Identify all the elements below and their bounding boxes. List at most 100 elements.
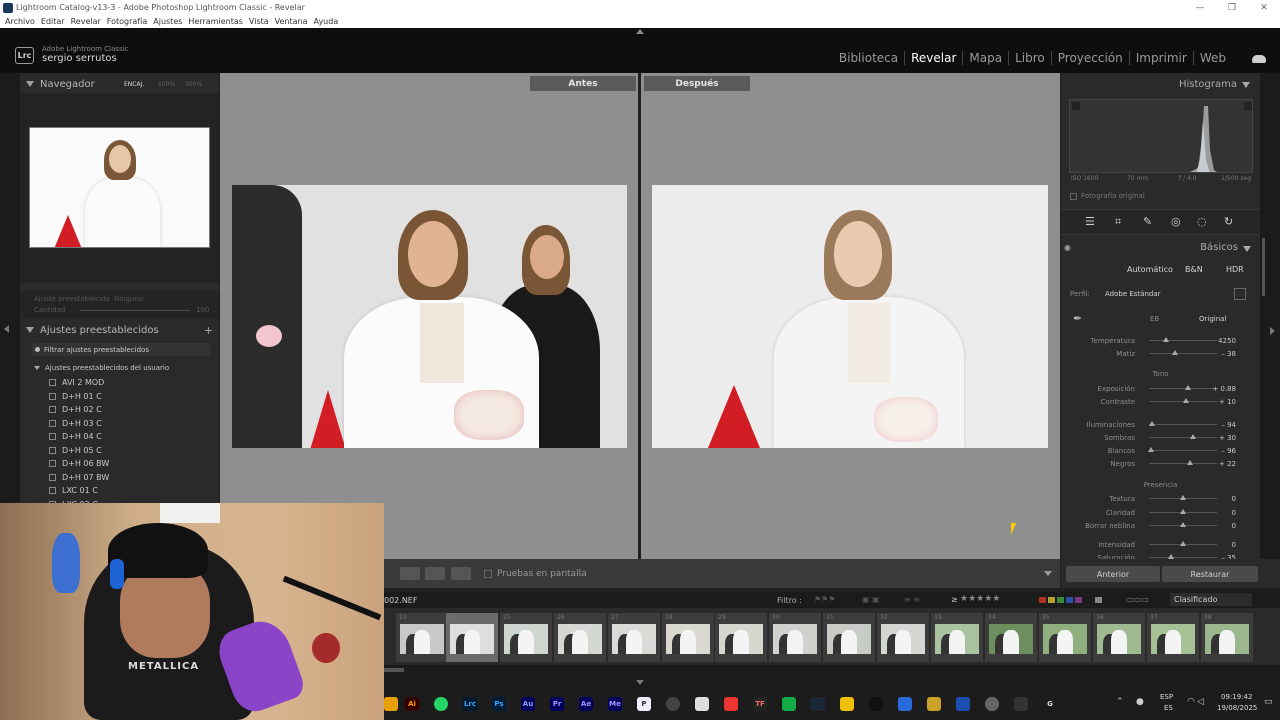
color-label-purple[interactable] (1075, 597, 1082, 603)
slider-claridad[interactable]: Claridad 0 (1061, 507, 1260, 519)
right-panel-scrollbar[interactable] (1262, 238, 1265, 296)
slider-intensidad[interactable]: Intensidad 0 (1061, 539, 1260, 551)
slider-track[interactable] (1149, 340, 1217, 341)
flag-filter-icon[interactable]: ⚑⚑⚑ (814, 595, 836, 604)
zoom-300[interactable]: 300% (185, 81, 202, 88)
slider-track[interactable] (1149, 557, 1217, 558)
slider-track[interactable] (1149, 388, 1217, 389)
after-effects-icon[interactable]: Ae (579, 697, 593, 711)
copy-after-to-before-button[interactable] (425, 567, 445, 580)
taskbar-app-icon[interactable] (898, 697, 912, 711)
filmstrip-scrollbar[interactable] (384, 668, 404, 672)
slider-value[interactable]: 0 (1232, 522, 1236, 530)
taskbar-app-icon[interactable] (724, 697, 738, 711)
filmstrip-thumbnail[interactable]: 31 (823, 613, 875, 662)
basics-header[interactable]: ◉ Básicos (1061, 242, 1260, 256)
original-photo-toggle[interactable]: Fotografía original (1070, 192, 1145, 200)
module-imprimir[interactable]: Imprimir (1130, 51, 1194, 65)
taskbar-app-icon[interactable]: TF (753, 697, 767, 711)
zoom-fit[interactable]: ENCAJ. (124, 81, 144, 88)
filter-presets-icon[interactable]: ▭▭▭ (1126, 595, 1149, 604)
slider-handle[interactable] (1148, 421, 1155, 426)
taskbar-app-icon[interactable]: G (1043, 697, 1057, 711)
taskbar-app-icon[interactable] (782, 697, 796, 711)
file-explorer-icon[interactable] (840, 697, 854, 711)
module-libro[interactable]: Libro (1009, 51, 1052, 65)
slider-matiz[interactable]: Matiz – 38 (1061, 348, 1260, 360)
clock-time[interactable]: 09:19:42 (1221, 693, 1252, 701)
original-photo-checkbox[interactable] (1070, 192, 1077, 200)
preset-item[interactable]: D+H 02 C (20, 403, 219, 417)
preset-item[interactable]: D+H 04 C (20, 430, 219, 444)
filter-presets-field[interactable]: Filtrar ajustes preestablecidos (32, 343, 210, 356)
filmstrip-thumbnail[interactable]: 32 (877, 613, 929, 662)
menu-herramientas[interactable]: Herramientas (188, 17, 243, 26)
toolbar-menu-icon[interactable] (1044, 571, 1052, 576)
close-icon[interactable]: ✕ (1248, 0, 1280, 15)
bw-button[interactable]: B&N (1185, 265, 1203, 274)
auto-button[interactable]: Automático (1127, 265, 1173, 274)
slider-track[interactable] (1149, 450, 1217, 451)
settings-gear-icon[interactable] (985, 697, 999, 711)
filmstrip-thumbnail[interactable]: 23 (396, 613, 448, 662)
filmstrip-thumbnail[interactable]: 35 (1039, 613, 1091, 662)
slider-value[interactable]: – 94 (1221, 421, 1236, 429)
menu-archivo[interactable]: Archivo (5, 17, 35, 26)
edit-filter-icon[interactable]: ≡ ≡ (904, 595, 920, 604)
slider-borrar-neblina[interactable]: Borrar neblina 0 (1061, 520, 1260, 532)
preset-item[interactable]: D+H 07 BW (20, 471, 219, 485)
preset-item[interactable]: D+H 05 C (20, 444, 219, 458)
slider-track[interactable] (1149, 424, 1217, 425)
slider-handle[interactable] (1171, 350, 1178, 355)
add-preset-icon[interactable]: + (204, 324, 213, 337)
preset-item[interactable]: D+H 03 C (20, 417, 219, 431)
chevron-up-icon[interactable]: ⌃ (1116, 697, 1124, 707)
swap-before-after-button[interactable] (451, 567, 471, 580)
wb-select[interactable]: Original (1199, 315, 1226, 323)
color-label-yellow[interactable] (1048, 597, 1055, 603)
app-icon[interactable] (384, 697, 398, 711)
slider-value[interactable]: 0 (1232, 495, 1236, 503)
slider-handle[interactable] (1183, 398, 1190, 403)
slider-handle[interactable] (1185, 385, 1192, 390)
copy-before-to-after-button[interactable] (400, 567, 420, 580)
language-bottom[interactable]: ES (1164, 704, 1173, 712)
masking-icon[interactable]: ◌ (1197, 215, 1207, 228)
taskbar-app-icon[interactable] (666, 697, 680, 711)
crop-icon[interactable]: ⌗ (1115, 215, 1121, 229)
slider-handle[interactable] (1180, 495, 1186, 500)
filmstrip-thumbnail[interactable]: 25 (500, 613, 552, 662)
whatsapp-icon[interactable] (434, 697, 448, 711)
slider-sombras[interactable]: Sombras + 30 (1061, 432, 1260, 444)
slider-value[interactable]: 4250 (1218, 337, 1236, 345)
taskbar-app-icon[interactable] (695, 697, 709, 711)
notification-icon[interactable]: ▭ (1264, 697, 1273, 707)
taskbar-app-icon[interactable]: P (637, 697, 651, 711)
red-eye-icon[interactable]: ◎ (1171, 215, 1181, 228)
filmstrip-thumbnail[interactable]: 38 (1201, 613, 1253, 662)
taskbar-app-icon[interactable] (956, 697, 970, 711)
before-photo[interactable] (232, 185, 627, 448)
slider-track[interactable] (1149, 353, 1217, 354)
color-label-red[interactable] (1039, 597, 1046, 603)
microphone-icon[interactable]: ● (1136, 697, 1144, 707)
filmstrip-thumbnail[interactable]: 34 (985, 613, 1037, 662)
zoom-100[interactable]: 100% (158, 81, 175, 88)
previous-button[interactable]: Anterior (1066, 566, 1160, 582)
minimize-icon[interactable]: — (1184, 0, 1216, 15)
reset-tool-icon[interactable]: ↻ (1224, 215, 1233, 228)
slider-temperatura[interactable]: Temperatura 4250 (1061, 335, 1260, 347)
module-web[interactable]: Web (1194, 51, 1232, 65)
healing-icon[interactable]: ✎ (1143, 215, 1152, 228)
slider-value[interactable]: + 10 (1219, 398, 1236, 406)
audition-icon[interactable]: Au (521, 697, 535, 711)
after-photo[interactable] (652, 185, 1048, 448)
filmstrip-thumbnail[interactable]: 37 (1147, 613, 1199, 662)
color-label-none[interactable] (1095, 597, 1102, 603)
slider-handle[interactable] (1180, 522, 1186, 527)
volume-icon[interactable]: ◁ (1197, 697, 1204, 707)
edit-sliders-icon[interactable]: ☰ (1085, 215, 1095, 228)
star-rating-filter-icon[interactable]: ★★★★★ (960, 594, 1000, 604)
menu-revelar[interactable]: Revelar (71, 17, 101, 26)
filmstrip-thumbnail[interactable]: 36 (1093, 613, 1145, 662)
